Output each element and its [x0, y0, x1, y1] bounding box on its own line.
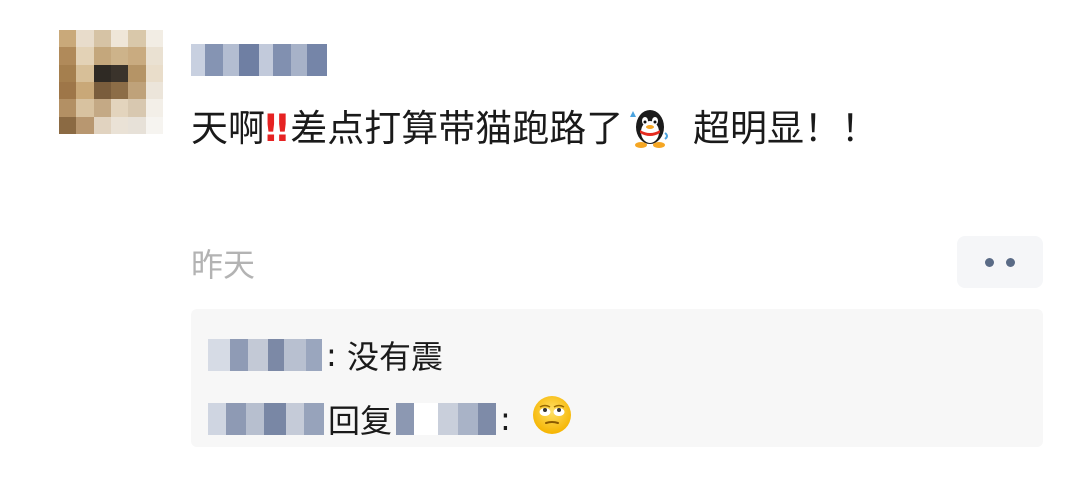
comment-separator: :	[326, 336, 347, 374]
avatar[interactable]	[59, 30, 163, 134]
commenter-name-blurred[interactable]	[208, 339, 322, 371]
post-text: 天啊‼ 差点打算带猫跑路了 超明显！！	[191, 100, 931, 166]
post-text-after: 超明显！！	[681, 107, 878, 150]
post-text-middle: 差点打算带猫跑路了	[290, 107, 624, 150]
username[interactable]	[191, 40, 331, 80]
ellipsis-icon	[985, 257, 1015, 267]
double-exclamation-emoji: ‼	[265, 107, 288, 150]
comments-panel: : 没有震 回复 :	[191, 309, 1043, 447]
commenter-name-blurred[interactable]	[208, 403, 324, 435]
reply-word: 回复	[328, 402, 393, 440]
post-text-before: 天啊	[191, 107, 265, 150]
username-blurred	[191, 44, 327, 76]
qq-penguin-sweat-icon	[627, 103, 673, 166]
comment-separator: :	[500, 400, 521, 438]
comment-item[interactable]: 回复 :	[208, 393, 573, 445]
timestamp: 昨天	[191, 246, 256, 284]
comment-text: 没有震	[346, 338, 443, 376]
more-button[interactable]	[957, 236, 1043, 288]
rolling-eyes-emoji-icon	[531, 394, 573, 444]
reply-target-name-blurred[interactable]	[396, 403, 497, 435]
comment-item[interactable]: : 没有震	[208, 329, 443, 381]
